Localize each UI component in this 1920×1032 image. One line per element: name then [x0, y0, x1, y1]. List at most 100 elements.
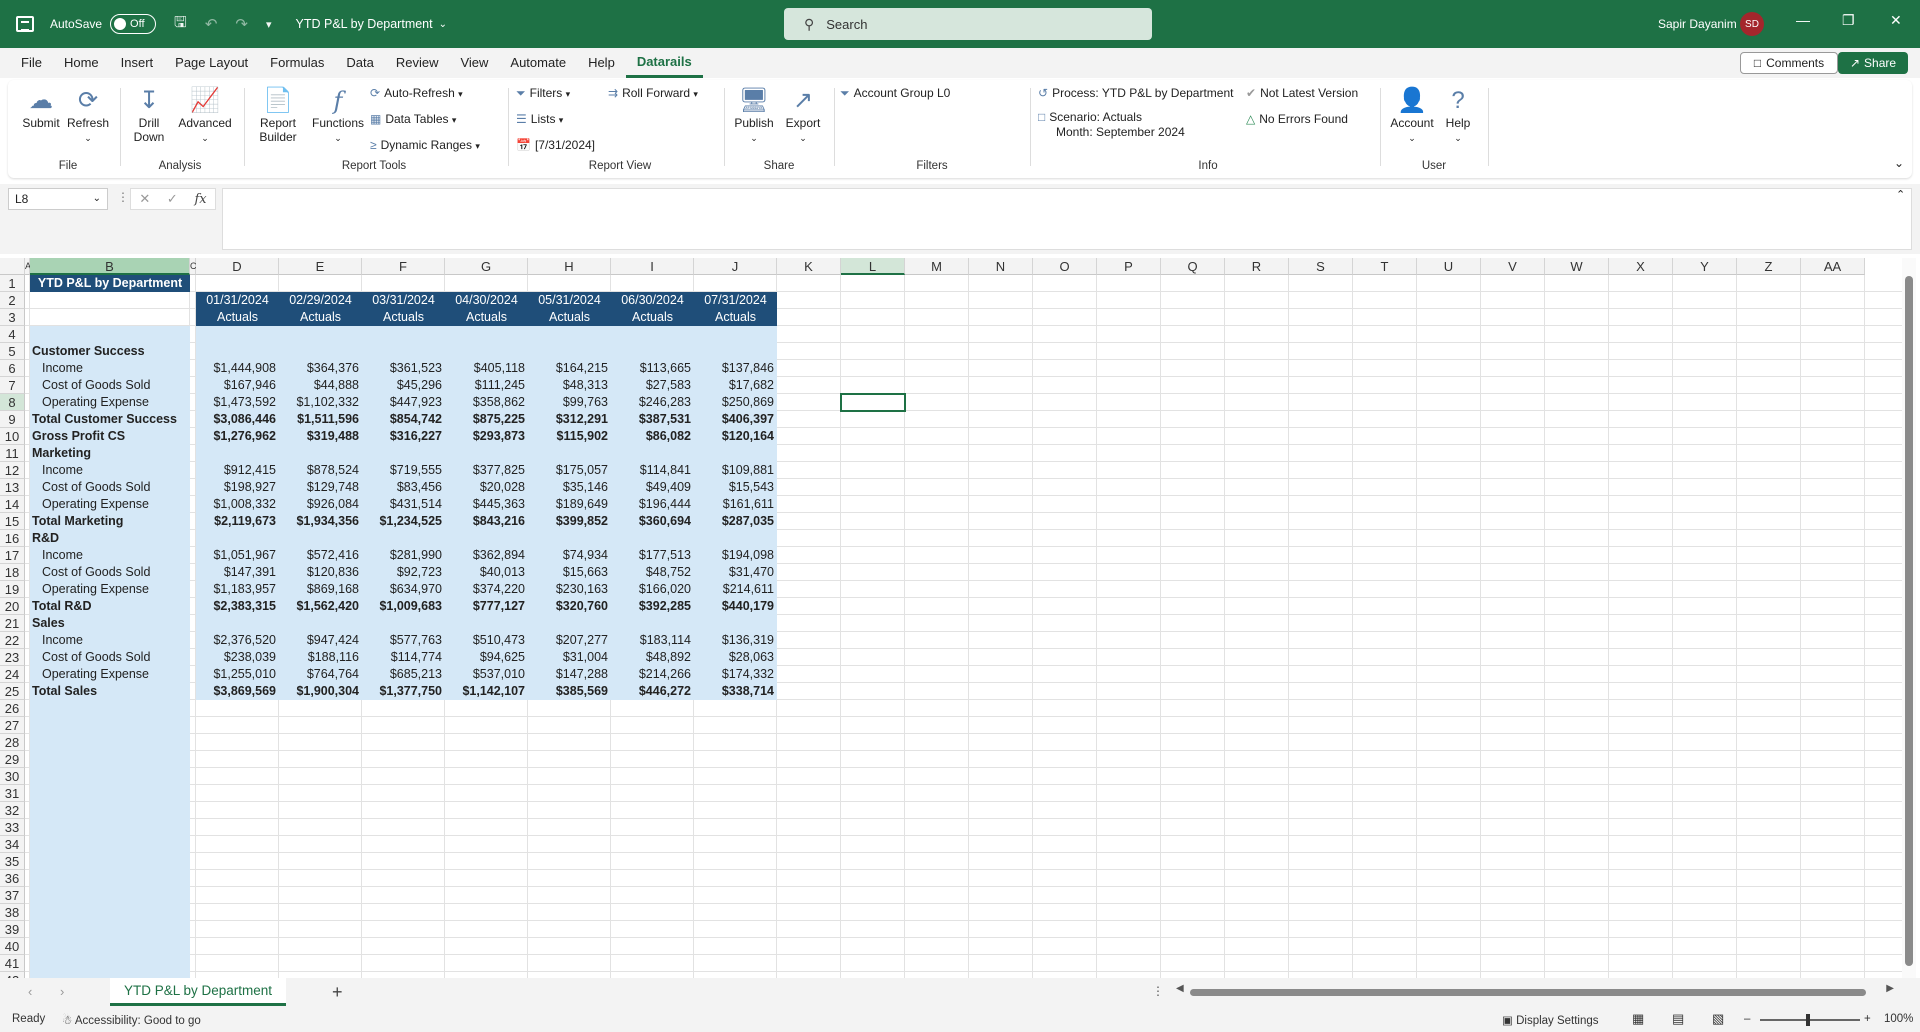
value-cell[interactable]: $120,836 [279, 564, 362, 581]
value-cell[interactable]: $1,473,592 [196, 394, 279, 411]
column-header-aa[interactable]: AA [1801, 258, 1865, 275]
value-cell[interactable]: $431,514 [362, 496, 445, 513]
close-icon[interactable]: ✕ [1890, 12, 1902, 29]
column-header-i[interactable]: I [611, 258, 694, 275]
value-cell[interactable]: $113,665 [611, 360, 694, 377]
row-label[interactable]: Income [30, 462, 190, 479]
row-label[interactable]: Total Sales [30, 683, 190, 700]
column-header-e[interactable]: E [279, 258, 362, 275]
column-header-q[interactable]: Q [1161, 258, 1225, 275]
document-title[interactable]: YTD P&L by Department [296, 17, 433, 31]
date-header-cell[interactable]: 03/31/2024 [362, 292, 445, 309]
row-header-29[interactable]: 29 [0, 751, 25, 768]
value-cell[interactable]: $537,010 [445, 666, 528, 683]
formula-input[interactable] [222, 188, 1912, 250]
row-header-10[interactable]: 10 [0, 428, 25, 445]
value-cell[interactable]: $238,039 [196, 649, 279, 666]
column-header-f[interactable]: F [362, 258, 445, 275]
value-cell[interactable]: $374,220 [445, 581, 528, 598]
column-header-r[interactable]: R [1225, 258, 1289, 275]
value-cell[interactable]: $1,377,750 [362, 683, 445, 700]
row-header-35[interactable]: 35 [0, 853, 25, 870]
value-cell[interactable]: $1,255,010 [196, 666, 279, 683]
row-header-15[interactable]: 15 [0, 513, 25, 530]
value-cell[interactable]: $287,035 [694, 513, 777, 530]
row-header-22[interactable]: 22 [0, 632, 25, 649]
value-cell[interactable]: $3,869,569 [196, 683, 279, 700]
scroll-right-icon[interactable]: ▶ [1886, 983, 1894, 994]
comments-button[interactable]: □ Comments [1740, 52, 1838, 74]
value-cell[interactable]: $3,086,446 [196, 411, 279, 428]
column-header-y[interactable]: Y [1673, 258, 1737, 275]
value-cell[interactable]: $49,409 [611, 479, 694, 496]
value-cell[interactable]: $196,444 [611, 496, 694, 513]
scenario-header-cell[interactable]: Actuals [279, 309, 362, 326]
menu-home[interactable]: Home [53, 48, 110, 78]
value-cell[interactable]: $74,934 [528, 547, 611, 564]
column-header-p[interactable]: P [1097, 258, 1161, 275]
row-label[interactable]: Sales [30, 615, 190, 632]
value-cell[interactable]: $111,245 [445, 377, 528, 394]
date-header-cell[interactable]: 02/29/2024 [279, 292, 362, 309]
value-cell[interactable]: $15,543 [694, 479, 777, 496]
value-cell[interactable]: $2,119,673 [196, 513, 279, 530]
value-cell[interactable]: $214,266 [611, 666, 694, 683]
export-button[interactable]: ↗ Export ⌄ [780, 86, 826, 144]
value-cell[interactable]: $293,873 [445, 428, 528, 445]
value-cell[interactable]: $446,272 [611, 683, 694, 700]
row-header-23[interactable]: 23 [0, 649, 25, 666]
value-cell[interactable]: $361,523 [362, 360, 445, 377]
row-header-38[interactable]: 38 [0, 904, 25, 921]
row-header-32[interactable]: 32 [0, 802, 25, 819]
value-cell[interactable]: $214,611 [694, 581, 777, 598]
row-label[interactable]: Cost of Goods Sold [30, 649, 190, 666]
row-label[interactable]: Operating Expense [30, 666, 190, 683]
value-cell[interactable]: $40,013 [445, 564, 528, 581]
value-cell[interactable]: $1,934,356 [279, 513, 362, 530]
value-cell[interactable]: $912,415 [196, 462, 279, 479]
value-cell[interactable]: $1,183,957 [196, 581, 279, 598]
value-cell[interactable]: $399,852 [528, 513, 611, 530]
row-label[interactable]: Cost of Goods Sold [30, 479, 190, 496]
confirm-icon[interactable]: ✓ [167, 191, 178, 207]
avatar[interactable]: SD [1740, 12, 1764, 36]
search-input[interactable]: ⚲ Search [784, 8, 1152, 40]
row-header-18[interactable]: 18 [0, 564, 25, 581]
column-header-l[interactable]: L [841, 258, 905, 275]
value-cell[interactable]: $120,164 [694, 428, 777, 445]
column-header-v[interactable]: V [1481, 258, 1545, 275]
menu-page-layout[interactable]: Page Layout [164, 48, 259, 78]
autosave-toggle[interactable]: Off [110, 14, 157, 34]
collapse-ribbon-icon[interactable]: ⌄ [1894, 156, 1904, 170]
drill-down-button[interactable]: ↧ Drill Down [126, 86, 172, 144]
name-box[interactable]: L8 ⌄ [8, 188, 108, 210]
zoom-in-icon[interactable]: + [1864, 1013, 1871, 1025]
redo-icon[interactable]: ↷ [235, 15, 248, 33]
add-sheet-icon[interactable]: + [332, 982, 343, 1003]
column-header-k[interactable]: K [777, 258, 841, 275]
value-cell[interactable]: $875,225 [445, 411, 528, 428]
row-label[interactable]: Income [30, 360, 190, 377]
value-cell[interactable]: $2,383,315 [196, 598, 279, 615]
row-header-25[interactable]: 25 [0, 683, 25, 700]
date-selector[interactable]: 📅 [7/31/2024] [516, 138, 595, 152]
account-group-filter[interactable]: ⏷ Account Group L0 [840, 86, 950, 101]
menu-formulas[interactable]: Formulas [259, 48, 335, 78]
row-header-7[interactable]: 7 [0, 377, 25, 394]
value-cell[interactable]: $166,020 [611, 581, 694, 598]
scroll-left-icon[interactable]: ◀ [1176, 983, 1184, 994]
value-cell[interactable]: $338,714 [694, 683, 777, 700]
value-cell[interactable]: $572,416 [279, 547, 362, 564]
value-cell[interactable]: $183,114 [611, 632, 694, 649]
row-header-17[interactable]: 17 [0, 547, 25, 564]
row-label[interactable]: Income [30, 632, 190, 649]
auto-refresh-button[interactable]: ⟳ Auto-Refresh ▾ [370, 86, 463, 100]
row-header-9[interactable]: 9 [0, 411, 25, 428]
row-header-19[interactable]: 19 [0, 581, 25, 598]
row-header-36[interactable]: 36 [0, 870, 25, 887]
value-cell[interactable]: $577,763 [362, 632, 445, 649]
row-header-16[interactable]: 16 [0, 530, 25, 547]
value-cell[interactable]: $115,902 [528, 428, 611, 445]
value-cell[interactable]: $392,285 [611, 598, 694, 615]
row-header-28[interactable]: 28 [0, 734, 25, 751]
